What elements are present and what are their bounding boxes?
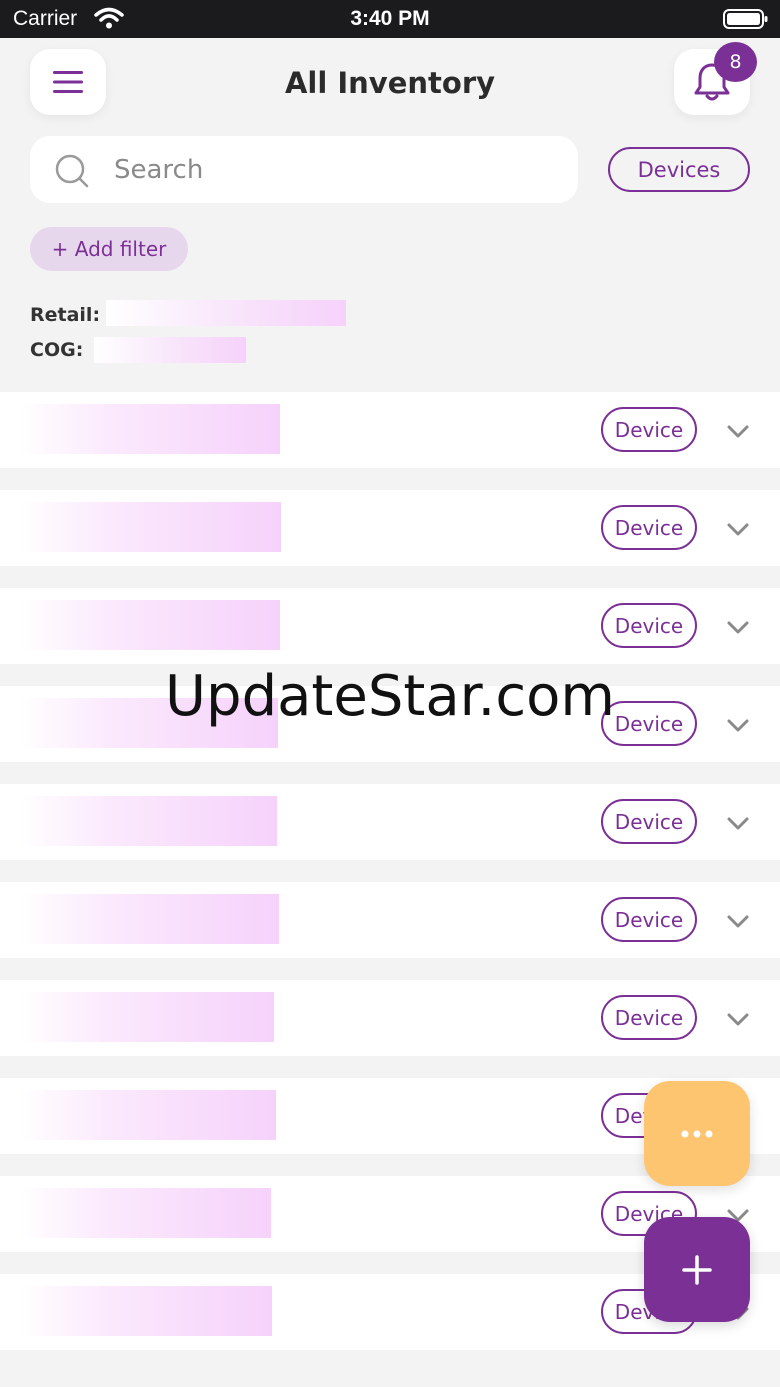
- battery-icon: [723, 9, 768, 29]
- device-tag[interactable]: Device: [601, 505, 697, 550]
- inventory-row[interactable]: Device: [0, 588, 780, 664]
- chevron-down-icon[interactable]: [726, 914, 750, 930]
- item-name-redacted: [20, 1090, 276, 1140]
- chevron-down-icon[interactable]: [726, 522, 750, 538]
- devices-filter-button[interactable]: Devices: [608, 147, 750, 192]
- item-name-redacted: [20, 502, 281, 552]
- inventory-row[interactable]: Device: [0, 392, 780, 468]
- notification-count-badge: 8: [714, 42, 757, 82]
- item-name-redacted: [20, 894, 279, 944]
- device-tag[interactable]: Device: [601, 897, 697, 942]
- inventory-row[interactable]: Device: [0, 882, 780, 958]
- inventory-row[interactable]: Device: [0, 490, 780, 566]
- chevron-down-icon[interactable]: [726, 1012, 750, 1028]
- inventory-row[interactable]: Device: [0, 784, 780, 860]
- more-dots-icon: [681, 1130, 713, 1137]
- item-name-redacted: [20, 992, 274, 1042]
- search-input[interactable]: [114, 150, 554, 190]
- cog-value-redacted: [94, 337, 246, 363]
- retail-value-redacted: [106, 300, 346, 326]
- watermark: UpdateStar.com: [165, 664, 615, 729]
- plus-icon: [682, 1254, 712, 1285]
- inventory-row[interactable]: Device: [0, 980, 780, 1056]
- more-actions-button[interactable]: [644, 1081, 750, 1186]
- page-title: All Inventory: [284, 66, 496, 100]
- device-tag[interactable]: Device: [601, 407, 697, 452]
- device-tag[interactable]: Device: [601, 799, 697, 844]
- cog-label: COG:: [30, 339, 84, 361]
- item-name-redacted: [20, 404, 280, 454]
- search-icon: [55, 154, 89, 188]
- chevron-down-icon[interactable]: [726, 424, 750, 440]
- device-tag[interactable]: Device: [601, 995, 697, 1040]
- add-filter-button[interactable]: + Add filter: [30, 227, 188, 271]
- item-name-redacted: [20, 796, 277, 846]
- item-name-redacted: [20, 1188, 271, 1238]
- status-bar: Carrier 3:40 PM: [0, 0, 780, 38]
- retail-label: Retail:: [30, 304, 101, 326]
- device-tag[interactable]: Device: [601, 603, 697, 648]
- item-name-redacted: [20, 1286, 272, 1336]
- chevron-down-icon[interactable]: [726, 620, 750, 636]
- item-name-redacted: [20, 600, 280, 650]
- chevron-down-icon[interactable]: [726, 816, 750, 832]
- add-item-button[interactable]: [644, 1217, 750, 1322]
- search-box[interactable]: [30, 136, 578, 203]
- status-time: 3:40 PM: [350, 7, 430, 30]
